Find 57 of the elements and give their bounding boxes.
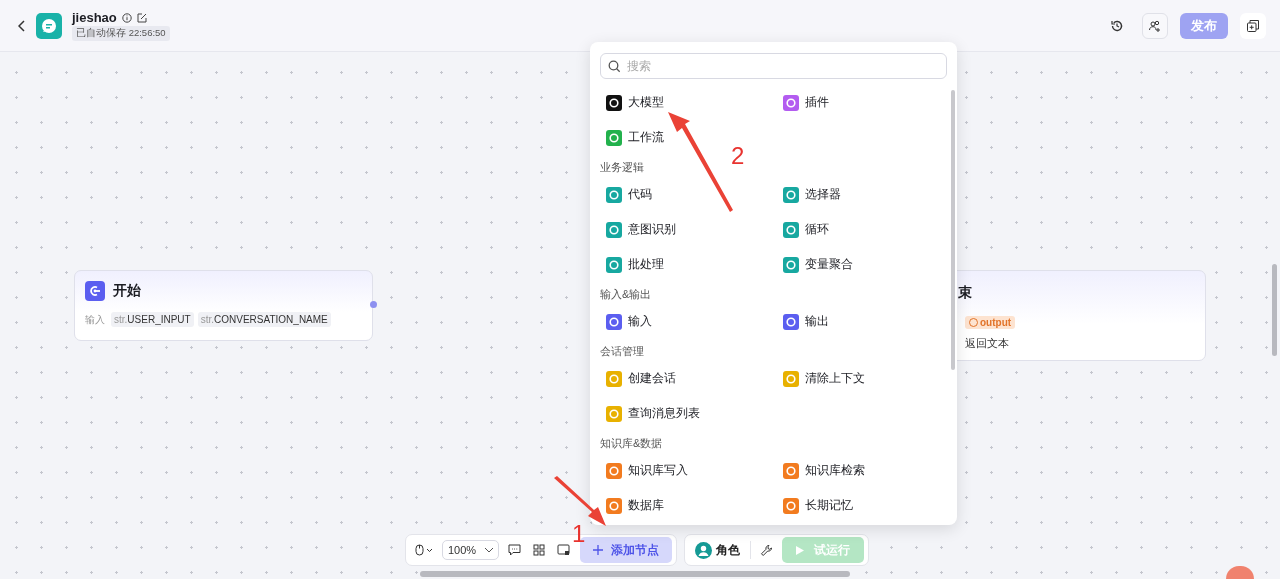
start-node-icon: [85, 281, 105, 301]
node-type-item[interactable]: 批处理: [600, 247, 777, 282]
inputs-label: 输入: [85, 312, 105, 327]
role-button[interactable]: 角色: [691, 541, 745, 559]
start-node-card[interactable]: 开始 输入 str.USER_INPUT str.CONVERSATION_NAME: [74, 270, 373, 341]
minimap-icon: [557, 544, 572, 556]
parameter-tag: str.USER_INPUT: [111, 312, 194, 327]
app-logo-icon: [36, 12, 62, 39]
search-icon: [608, 60, 621, 73]
back-icon[interactable]: [18, 19, 26, 32]
edit-icon[interactable]: [136, 12, 147, 23]
node-type-item[interactable]: 输入: [600, 304, 777, 339]
search-field[interactable]: 搜索: [600, 53, 947, 79]
node-type-item[interactable]: 意图识别: [600, 212, 777, 247]
mouse-icon: [415, 544, 433, 556]
node-title: 开始: [113, 282, 141, 300]
node-title: 束: [958, 284, 972, 302]
parameter-tag: str.CONVERSATION_NAME: [197, 312, 331, 327]
node-type-item[interactable]: 查询消息列表: [600, 396, 777, 431]
section-heading: 输入&输出: [600, 287, 652, 302]
node-type-item[interactable]: 数据库: [600, 488, 777, 523]
info-icon[interactable]: [121, 12, 132, 23]
node-type-item[interactable]: 清除上下文: [777, 361, 947, 396]
grid-icon: [533, 544, 546, 556]
node-type-item[interactable]: 循环: [777, 212, 947, 247]
section-heading: 知识库&数据: [600, 436, 663, 451]
section-heading: 业务逻辑: [600, 160, 644, 175]
scrollbar-thumb[interactable]: [951, 90, 955, 370]
node-type-item[interactable]: 创建会话: [600, 361, 777, 396]
app-title: jieshao: [72, 10, 117, 25]
add-people-icon: [1148, 18, 1162, 33]
node-type-item[interactable]: 选择器: [777, 177, 947, 212]
zoom-dropdown[interactable]: 100%: [442, 540, 500, 560]
history-icon: [1110, 18, 1124, 33]
collaborators-button[interactable]: [1142, 12, 1168, 39]
copy-icon: [1246, 18, 1260, 33]
plus-icon: [593, 545, 604, 555]
chevron-down-icon: [484, 547, 495, 553]
node-type-item[interactable]: 知识库检索: [777, 453, 947, 488]
output-tag: output: [965, 316, 1016, 329]
horizontal-scrollbar[interactable]: [420, 571, 850, 577]
annotation-number: 2: [731, 144, 745, 168]
output-description: 返回文本: [965, 336, 1010, 351]
node-type-item[interactable]: 代码: [600, 177, 777, 212]
node-type-item[interactable]: 插件: [777, 85, 947, 120]
play-icon: [796, 545, 805, 555]
wrench-icon: [760, 543, 774, 557]
node-type-item[interactable]: 长期记忆: [777, 488, 947, 523]
output-port[interactable]: [370, 301, 377, 308]
section-heading: 会话管理: [600, 344, 644, 359]
node-type-item[interactable]: 大模型: [600, 85, 777, 120]
node-type-item[interactable]: 知识库写入: [600, 453, 777, 488]
vertical-scrollbar[interactable]: [1272, 264, 1277, 356]
copy-button[interactable]: [1240, 12, 1266, 39]
avatar-icon: [695, 541, 713, 559]
autosave-status: 已自动保存 22:56:50: [72, 26, 170, 41]
comment-icon: [508, 544, 522, 556]
